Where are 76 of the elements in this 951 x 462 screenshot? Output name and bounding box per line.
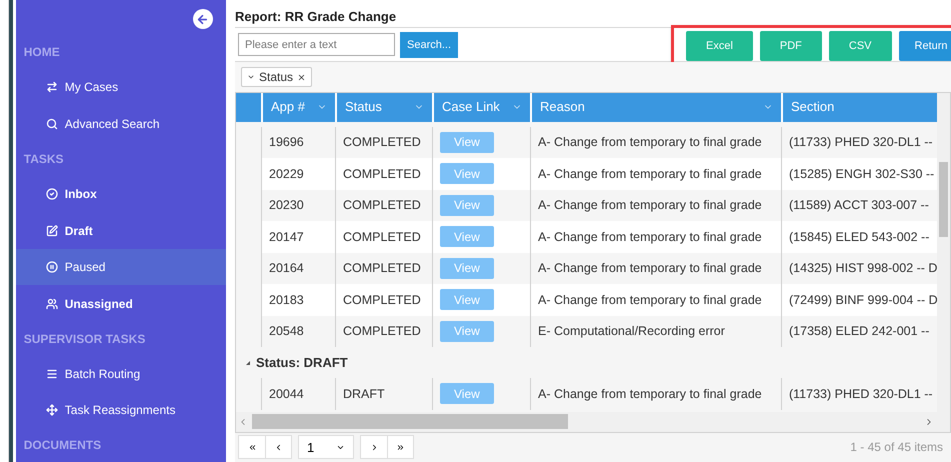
previous-icon (274, 442, 283, 452)
first-page-icon (248, 442, 256, 452)
table-cell-text: A- Change from temporary to final grade (538, 292, 762, 309)
table-cell-text: A- Change from temporary to final grade (538, 260, 762, 278)
table-cell-text: COMPLETED (343, 166, 421, 183)
table-cell-text: COMPLETED (343, 197, 421, 214)
arrows-icon (46, 81, 58, 94)
table-cell-text: (11589) ACCT 303-007 -- (789, 197, 929, 214)
table-cell-text: 20147 (269, 228, 304, 246)
page-select[interactable]: 1 (298, 435, 354, 460)
collapse-button[interactable] (192, 9, 213, 29)
table-cell-text: DRAFT (343, 386, 385, 403)
table-cell-text: A- Change from temporary to final grade (538, 228, 762, 246)
search-field[interactable]: Please enter a text (238, 33, 395, 56)
sidebar-item[interactable]: Unassigned (16, 285, 226, 322)
scrollbar-thumb[interactable] (939, 162, 948, 237)
table-cell-text: (15285) ENGH 302-S30 -- (789, 166, 934, 183)
table-cell-text: COMPLETED (343, 228, 421, 246)
table-cell-text: (17358) ELED 242-001 -- (789, 323, 930, 340)
sidebar-item[interactable]: Batch Routing (16, 355, 226, 392)
sidebar-item[interactable]: Draft (16, 212, 226, 249)
table-row[interactable]: 20183 COMPLETED View A- Change from temporary to final grade (72499) BINF 999-004 -- D (261, 284, 937, 316)
return-button[interactable]: Return (898, 31, 951, 62)
last-page-icon (396, 442, 405, 452)
check-circle-icon (46, 188, 58, 200)
section-heading: TASKS (24, 151, 64, 168)
table-cell-text: 20548 (269, 323, 304, 340)
remove-icon[interactable] (297, 72, 306, 82)
move-icon (46, 404, 58, 416)
section-heading: HOME (24, 44, 60, 62)
section-heading: SUPERVISOR TASKS (24, 330, 146, 348)
horizontal-scrollbar[interactable] (236, 412, 950, 432)
expand-triangle-icon[interactable] (246, 360, 250, 365)
table-cell-text: 20164 (269, 260, 304, 278)
table-row[interactable]: 20230 COMPLETED View A- Change from temporary to final grade (11589) ACCT 303-007 -- (261, 190, 937, 222)
sidebar-item[interactable]: My Cases (16, 69, 226, 106)
table-row[interactable]: 20548 COMPLETED View E- Computational/Recording error (17358) ELED 242-001 -- (261, 316, 937, 348)
table-cell-text: (14325) HIST 998-002 -- D (789, 260, 937, 278)
scrollbar-thumb[interactable] (252, 414, 568, 430)
table-row[interactable]: 20147 COMPLETED View A- Change from temporary to final grade (15845) ELED 543-002 -- (261, 221, 937, 253)
table-cell-text: A- Change from temporary to final grade (538, 386, 762, 403)
pause-icon (46, 261, 58, 274)
section-heading: DOCUMENTS (24, 437, 102, 454)
table-cell-text: A- Change from temporary to final grade (538, 134, 762, 152)
list-icon (46, 368, 58, 380)
group-chip[interactable]: Status (241, 67, 312, 88)
table-cell-text: COMPLETED (343, 134, 421, 152)
table-cell-text: (15845) ELED 543-002 -- (789, 228, 930, 246)
table-row[interactable]: 20164 COMPLETED View A- Change from temporary to final grade (14325) HIST 998-002 -- D (261, 252, 937, 284)
table-cell-text: 20183 (269, 292, 304, 309)
group-heading: Status: DRAFT (256, 354, 348, 372)
table-cell-text: COMPLETED (343, 292, 421, 309)
table-cell-text: E- Computational/Recording error (538, 323, 725, 340)
edit-icon (46, 224, 58, 237)
table-cell-text: 20044 (269, 386, 304, 403)
table-cell-text: COMPLETED (343, 323, 421, 340)
table-cell-text: COMPLETED (343, 260, 421, 278)
users-icon (46, 298, 58, 310)
search-button[interactable]: Search... (400, 32, 458, 58)
table-cell-text: 20229 (269, 166, 304, 183)
table-cell-text: (11733) PHED 320-DL1 -- (789, 386, 933, 403)
report-title: Report: RR Grade Change (235, 8, 396, 26)
sidebar-item[interactable]: Inbox (16, 176, 226, 212)
table-cell-text: (11733) PHED 320-DL1 -- (789, 134, 933, 152)
sidebar-item[interactable]: Advanced Search (16, 106, 226, 142)
table-cell-text: 20230 (269, 197, 304, 214)
back-arrow-icon (196, 12, 210, 26)
table-row[interactable]: 20229 COMPLETED View A- Change from temporary to final grade (15285) ENGH 302-S30 -- (261, 158, 937, 190)
table-cell-text: 19696 (269, 134, 304, 152)
table-cell-text: (72499) BINF 999-004 -- D (789, 292, 937, 309)
sidebar-item[interactable]: Task Reassignments (16, 392, 226, 428)
items-summary: 1 - 45 of 45 items (850, 439, 944, 456)
sidebar-item[interactable]: Paused (16, 248, 226, 286)
table-cell-text: A- Change from temporary to final grade (538, 166, 762, 183)
search-icon (46, 118, 58, 130)
table-cell-text: A- Change from temporary to final grade (538, 197, 762, 214)
